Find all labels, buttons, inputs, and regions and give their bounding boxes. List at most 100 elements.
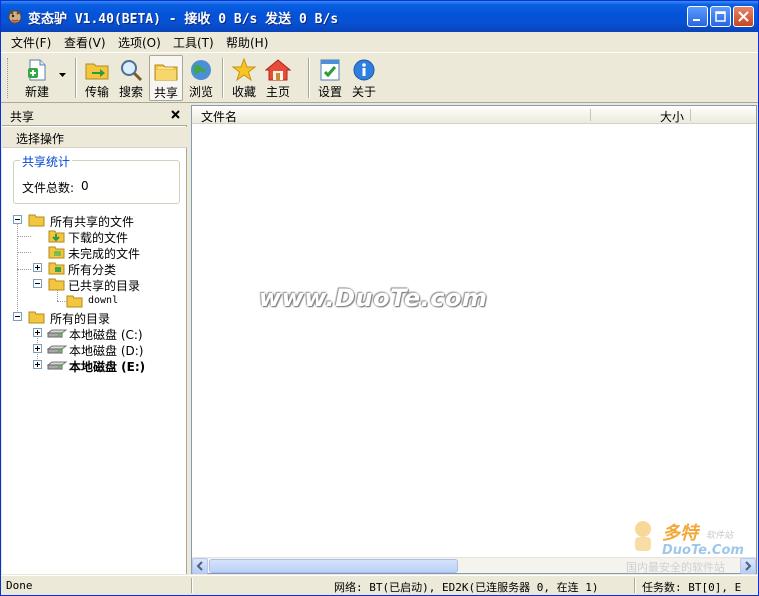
menu-help[interactable]: 帮助(H) [226, 34, 268, 51]
file-list-header: 文件名 大小 [192, 106, 756, 124]
share-button[interactable]: 共享 [149, 55, 183, 101]
settings-label: 设置 [317, 85, 342, 99]
hard-disk-icon [47, 329, 67, 338]
expand-toggle-icon[interactable] [33, 360, 42, 369]
share-stats-group: 共享统计 文件总数: 0 [13, 153, 180, 204]
toolbar-separator [308, 58, 310, 98]
scroll-thumb[interactable] [209, 559, 458, 573]
about-button[interactable]: 关于 [348, 55, 380, 101]
search-label: 搜索 [118, 85, 143, 99]
tree-item-downl[interactable]: downl [66, 293, 183, 309]
download-folder-icon [48, 230, 65, 243]
share-stats-legend: 共享统计 [20, 153, 73, 170]
toolbar-separator [75, 58, 77, 98]
favorites-button[interactable]: 收藏 [228, 55, 260, 101]
site-watermark: www.DuoTe.com [259, 284, 488, 312]
status-done: Done [6, 579, 33, 592]
minimize-icon [693, 19, 700, 21]
mascot-logo-icon [635, 521, 651, 551]
about-label: 关于 [351, 85, 376, 99]
transfer-button[interactable]: 传输 [81, 55, 113, 101]
home-icon [265, 59, 291, 81]
menu-file[interactable]: 文件(F) [11, 34, 51, 51]
home-label: 主页 [265, 85, 290, 99]
title-bar[interactable]: 变态驴 V1.40(BETA) - 接收 0 B/s 发送 0 B/s [1, 1, 758, 32]
menu-bar: 文件(F) 查看(V) 选项(O) 工具(T) 帮助(H) [1, 32, 758, 51]
incomplete-folder-icon [48, 246, 65, 259]
collapse-toggle-icon[interactable] [33, 279, 42, 288]
status-bar: Done 网络: BT(已启动), ED2K(已连服务器 0, 在连 1) 任务… [1, 575, 758, 595]
tree-item-disk-c[interactable]: 本地磁盘 (C:) [33, 325, 183, 342]
hard-disk-icon [47, 361, 67, 370]
column-divider[interactable] [590, 109, 591, 121]
select-operation-label: 选择操作 [16, 132, 65, 146]
tree-line [17, 252, 31, 253]
star-icon [232, 58, 256, 82]
duote-logo-watermark: 多特 软件站 DuoTe.Com 国内最安全的软件站 [626, 519, 756, 574]
toolbar-separator [222, 58, 224, 98]
category-folder-icon [48, 262, 65, 275]
tree-item-all-dirs[interactable]: 所有的目录 [13, 309, 183, 326]
transfer-label: 传输 [84, 85, 109, 99]
expand-toggle-icon[interactable] [33, 263, 42, 272]
close-icon [738, 11, 749, 22]
logo-cn-text: 多特 [662, 523, 698, 544]
file-list[interactable]: 文件名 大小 [191, 105, 757, 574]
column-divider[interactable] [690, 109, 691, 121]
tree-item-all-shared[interactable]: 所有共享的文件 [13, 212, 183, 229]
settings-button[interactable]: 设置 [314, 55, 346, 101]
status-separator [634, 578, 636, 593]
expand-toggle-icon[interactable] [33, 328, 42, 337]
settings-checklist-icon [320, 59, 340, 81]
folder-open-icon [48, 278, 65, 291]
window-title: 变态驴 V1.40(BETA) - 接收 0 B/s 发送 0 B/s [28, 12, 339, 27]
collapse-toggle-icon[interactable] [13, 215, 22, 224]
browse-label: 浏览 [188, 85, 213, 99]
collapse-toggle-icon[interactable] [13, 312, 22, 321]
search-button[interactable]: 搜索 [115, 55, 147, 101]
globe-icon [191, 60, 211, 80]
new-label: 新建 [24, 85, 49, 99]
toolbar-grip[interactable] [7, 58, 10, 98]
logo-slogan-text: 国内最安全的软件站 [626, 561, 725, 574]
tree-line [17, 269, 31, 270]
status-tasks: 任务数: BT[0], E [642, 581, 742, 594]
scroll-left-arrow-icon [196, 561, 203, 571]
logo-sub-text: 软件站 [706, 531, 734, 541]
column-size[interactable]: 大小 [660, 108, 684, 125]
folder-icon [66, 295, 83, 308]
new-button[interactable]: 新建 [15, 55, 59, 101]
tree-item-downloaded[interactable]: 下载的文件 [33, 228, 183, 245]
column-filename[interactable]: 文件名 [201, 108, 237, 125]
minimize-button[interactable] [687, 6, 708, 27]
select-operation-header[interactable]: 选择操作 [2, 127, 187, 148]
tree-item-disk-d[interactable]: 本地磁盘 (D:) [33, 341, 183, 358]
tree-label: 已共享的目录 [68, 279, 141, 293]
expand-toggle-icon[interactable] [33, 344, 42, 353]
tree-item-shared-dirs[interactable]: 已共享的目录 [33, 276, 183, 293]
transfer-folder-icon [85, 63, 109, 80]
home-button[interactable]: 主页 [262, 55, 294, 101]
scroll-left-button[interactable] [192, 558, 208, 574]
close-button[interactable] [733, 6, 754, 27]
menu-tools[interactable]: 工具(T) [173, 34, 214, 51]
tree-item-categories[interactable]: 所有分类 [33, 260, 183, 277]
menu-view[interactable]: 查看(V) [64, 34, 106, 51]
tree-item-disk-e[interactable]: 本地磁盘 (E:) [33, 357, 183, 374]
total-files-label: 文件总数: [22, 181, 75, 195]
app-window: 变态驴 V1.40(BETA) - 接收 0 B/s 发送 0 B/s 文件(F… [0, 0, 759, 596]
tree-item-incomplete[interactable]: 未完成的文件 [33, 244, 183, 261]
menu-options[interactable]: 选项(O) [118, 34, 161, 51]
total-files-value: 0 [81, 179, 89, 193]
sidebar-close-icon[interactable] [170, 109, 182, 121]
donkey-app-icon [8, 10, 22, 24]
maximize-button[interactable] [710, 6, 731, 27]
new-dropdown-arrow-icon[interactable] [59, 73, 66, 77]
search-icon [121, 60, 143, 82]
tree-line [17, 236, 31, 237]
tree-label: downl [88, 295, 119, 306]
browse-button[interactable]: 浏览 [185, 55, 217, 101]
hard-disk-icon [47, 345, 67, 354]
maximize-icon [715, 11, 726, 22]
share-label: 共享 [153, 86, 178, 100]
